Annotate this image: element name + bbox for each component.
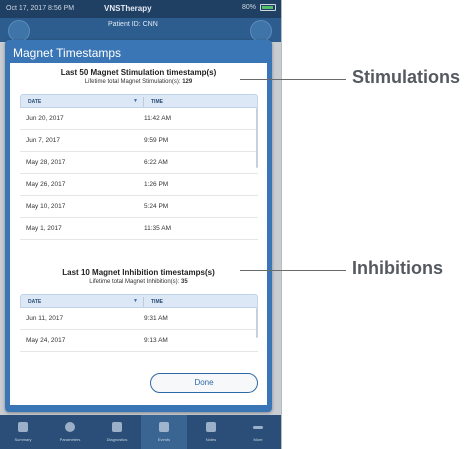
stimulation-table: DATE ▼ TIME Jun 20, 2017 11:42 AM Jun 7, … — [20, 94, 258, 240]
row-time: 9:59 PM — [144, 137, 169, 144]
column-divider — [143, 297, 144, 307]
tab-notes[interactable]: Notes — [188, 415, 234, 449]
stimulation-total-label: Lifetime total Magnet Stimulation(s): — [84, 79, 181, 85]
app-header: Patient ID: CNN — [0, 18, 281, 42]
time-column-header[interactable]: TIME — [151, 299, 163, 305]
date-column-header[interactable]: DATE — [28, 299, 41, 305]
table-row: May 10, 2017 5:24 PM — [20, 196, 258, 218]
inhibition-total-value: 35 — [181, 279, 188, 285]
table-row: May 24, 2017 9:13 AM — [20, 330, 258, 352]
tab-parameters[interactable]: Parameters — [47, 415, 93, 449]
stimulation-section-title: Last 50 Magnet Stimulation timestamp(s) — [60, 68, 217, 77]
phone-screen: Oct 17, 2017 8:56 PM VNSTherapy 80% Pati… — [0, 0, 282, 449]
tab-diagnostics[interactable]: Diagnostics — [94, 415, 140, 449]
inhibitions-annotation: Inhibitions — [352, 258, 443, 278]
tab-events[interactable]: Events — [141, 415, 187, 449]
tab-label: Notes — [205, 437, 217, 442]
date-column-header[interactable]: DATE — [28, 99, 41, 105]
table-row: May 1, 2017 11:35 AM — [20, 218, 258, 240]
close-circle-icon[interactable] — [8, 20, 30, 42]
patient-id: Patient ID: CNN — [108, 21, 158, 28]
parameters-icon — [65, 422, 75, 432]
table-row: Jun 7, 2017 9:59 PM — [20, 130, 258, 152]
table-row: Jun 11, 2017 9:31 AM — [20, 308, 258, 330]
summary-icon — [18, 422, 28, 432]
row-time: 6:22 AM — [144, 159, 168, 166]
inhibition-lifetime-total: Lifetime total Magnet Inhibition(s): 35 — [10, 279, 267, 285]
tab-summary[interactable]: Summary — [0, 415, 46, 449]
row-date: May 28, 2017 — [26, 159, 66, 166]
stimulations-annotation: Stimulations — [352, 67, 461, 87]
screenshot-root: Oct 17, 2017 8:56 PM VNSTherapy 80% Pati… — [0, 0, 469, 449]
row-date: Jun 20, 2017 — [26, 115, 64, 122]
inhibition-total-label: Lifetime total Magnet Inhibition(s): — [89, 279, 180, 285]
bottom-tab-bar: Summary Parameters Diagnostics Events No… — [0, 415, 281, 449]
tab-label: Diagnostics — [106, 437, 128, 442]
stimulations-callout-line — [240, 79, 346, 80]
tab-label: Events — [157, 437, 171, 442]
status-datetime: Oct 17, 2017 8:56 PM — [6, 5, 75, 12]
row-date: Jun 7, 2017 — [26, 137, 60, 144]
magnet-timestamps-dialog: Magnet Timestamps Last 50 Magnet Stimula… — [5, 40, 272, 412]
row-date: Jun 11, 2017 — [26, 315, 64, 322]
row-time: 5:24 PM — [144, 203, 169, 210]
inhibition-table-header: DATE ▼ TIME — [20, 294, 258, 308]
events-icon — [159, 422, 169, 432]
dialog-title: Magnet Timestamps — [13, 46, 122, 60]
inhibitions-callout-line — [240, 270, 346, 271]
done-button[interactable]: Done — [150, 373, 258, 393]
tab-more[interactable]: More — [235, 415, 281, 449]
row-date: May 24, 2017 — [26, 337, 66, 344]
stimulation-scrollbar[interactable] — [256, 108, 258, 168]
status-app-name: VNSTherapy — [104, 4, 152, 13]
row-time: 1:26 PM — [144, 181, 169, 188]
tab-label: Summary — [14, 437, 32, 442]
tab-label: More — [253, 437, 263, 442]
row-date: May 1, 2017 — [26, 225, 62, 232]
row-time: 11:42 AM — [144, 115, 171, 122]
row-time: 9:31 AM — [144, 315, 168, 322]
inhibition-scrollbar[interactable] — [256, 308, 258, 338]
column-divider — [143, 97, 144, 107]
table-row: May 26, 2017 1:26 PM — [20, 174, 258, 196]
dialog-content[interactable]: Last 50 Magnet Stimulation timestamp(s) … — [10, 63, 267, 405]
diagnostics-icon — [112, 422, 122, 432]
time-column-header[interactable]: TIME — [151, 99, 163, 105]
table-row: May 28, 2017 6:22 AM — [20, 152, 258, 174]
battery-percent: 80% — [241, 4, 256, 11]
stimulation-table-header: DATE ▼ TIME — [20, 94, 258, 108]
status-bar: Oct 17, 2017 8:56 PM VNSTherapy 80% — [0, 0, 281, 18]
notes-icon — [206, 422, 216, 432]
edit-circle-icon[interactable] — [250, 20, 272, 42]
status-right: 80% — [242, 4, 276, 11]
stimulation-total-value: 129 — [182, 79, 193, 85]
sort-down-icon[interactable]: ▼ — [133, 98, 138, 104]
sort-down-icon[interactable]: ▼ — [133, 298, 138, 304]
row-time: 9:13 AM — [144, 337, 168, 344]
tab-label: Parameters — [59, 437, 81, 442]
stimulation-lifetime-total: Lifetime total Magnet Stimulation(s): 12… — [10, 79, 267, 85]
more-icon — [253, 426, 263, 429]
inhibition-section-title: Last 10 Magnet Inhibition timestamps(s) — [62, 268, 215, 277]
battery-icon — [260, 4, 276, 11]
row-date: May 26, 2017 — [26, 181, 66, 188]
row-time: 11:35 AM — [144, 225, 171, 232]
row-date: May 10, 2017 — [26, 203, 66, 210]
inhibition-table: DATE ▼ TIME Jun 11, 2017 9:31 AM May 24, … — [20, 294, 258, 352]
table-row: Jun 20, 2017 11:42 AM — [20, 108, 258, 130]
